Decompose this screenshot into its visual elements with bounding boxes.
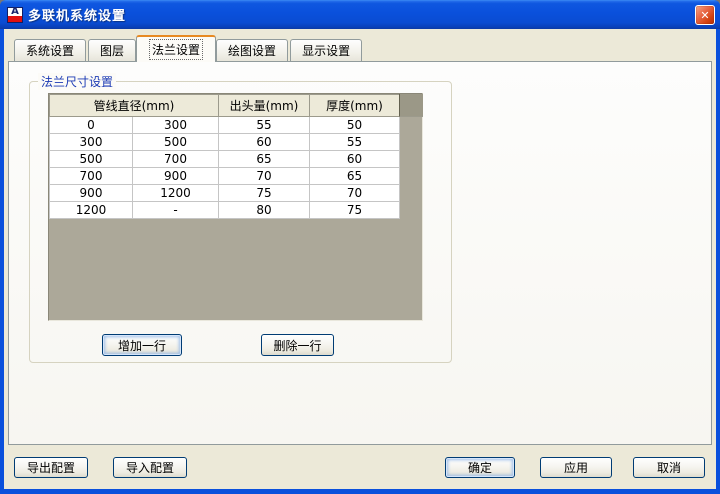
tab-display-settings[interactable]: 显示设置 xyxy=(290,39,362,61)
export-config-button[interactable]: 导出配置 xyxy=(14,457,88,478)
table-cell[interactable]: 60 xyxy=(219,134,310,151)
table-cell[interactable]: 300 xyxy=(50,134,133,151)
close-button[interactable]: ✕ xyxy=(695,5,715,25)
table-row: 0 300 55 50 xyxy=(50,117,400,134)
table-cell[interactable]: 70 xyxy=(219,168,310,185)
table-cell[interactable]: 75 xyxy=(219,185,310,202)
close-icon: ✕ xyxy=(700,9,709,22)
table-cell[interactable]: 500 xyxy=(133,134,219,151)
table-row: 900 1200 75 70 xyxy=(50,185,400,202)
table-cell[interactable]: 900 xyxy=(50,185,133,202)
dialog-body: 系统设置 图层 法兰设置 绘图设置 显示设置 法兰尺寸设置 xyxy=(4,29,716,489)
col-header-pipe-diameter: 管线直径(mm) xyxy=(50,95,219,117)
delete-row-button[interactable]: 删除一行 xyxy=(261,334,334,356)
table-cell[interactable]: 70 xyxy=(310,185,400,202)
table-cell[interactable]: 50 xyxy=(310,117,400,134)
table-corner-cell xyxy=(399,94,423,117)
flange-table-widget: 管线直径(mm) 出头量(mm) 厚度(mm) 0 300 55 50 xyxy=(48,93,423,321)
tab-drawing-settings[interactable]: 绘图设置 xyxy=(216,39,288,61)
ok-button[interactable]: 确定 xyxy=(445,457,515,478)
table-cell[interactable]: 0 xyxy=(50,117,133,134)
table-cell[interactable]: - xyxy=(133,202,219,219)
table-cell[interactable]: 55 xyxy=(219,117,310,134)
title-bar[interactable]: A 多联机系统设置 ✕ xyxy=(0,0,720,29)
cancel-button[interactable]: 取消 xyxy=(633,457,705,478)
table-cell[interactable]: 65 xyxy=(219,151,310,168)
tab-flange-settings[interactable]: 法兰设置 xyxy=(136,35,216,62)
table-header-row: 管线直径(mm) 出头量(mm) 厚度(mm) xyxy=(50,95,400,117)
table-row: 500 700 65 60 xyxy=(50,151,400,168)
table-cell[interactable]: 60 xyxy=(310,151,400,168)
table-cell[interactable]: 700 xyxy=(133,151,219,168)
table-cell[interactable]: 65 xyxy=(310,168,400,185)
table-row: 700 900 70 65 xyxy=(50,168,400,185)
settings-dialog: A 多联机系统设置 ✕ 系统设置 图层 法兰设置 绘图设置 显示设置 xyxy=(0,0,720,494)
table-cell[interactable]: 80 xyxy=(219,202,310,219)
window-title: 多联机系统设置 xyxy=(28,5,126,24)
app-icon: A xyxy=(7,7,23,23)
flange-size-groupbox: 法兰尺寸设置 管线直径(mm) 出头量(mm) 厚度(mm) xyxy=(29,81,452,363)
table-cell[interactable]: 900 xyxy=(133,168,219,185)
table-cell[interactable]: 700 xyxy=(50,168,133,185)
col-header-thickness: 厚度(mm) xyxy=(310,95,400,117)
tab-layers[interactable]: 图层 xyxy=(88,39,136,61)
table-cell[interactable]: 500 xyxy=(50,151,133,168)
tab-system-settings[interactable]: 系统设置 xyxy=(14,39,86,61)
apply-button[interactable]: 应用 xyxy=(540,457,612,478)
flange-table: 管线直径(mm) 出头量(mm) 厚度(mm) 0 300 55 50 xyxy=(49,94,400,219)
import-config-button[interactable]: 导入配置 xyxy=(113,457,187,478)
table-cell[interactable]: 1200 xyxy=(50,202,133,219)
add-row-button[interactable]: 增加一行 xyxy=(102,334,182,356)
table-cell[interactable]: 300 xyxy=(133,117,219,134)
table-cell[interactable]: 75 xyxy=(310,202,400,219)
col-header-protrusion: 出头量(mm) xyxy=(219,95,310,117)
groupbox-title: 法兰尺寸设置 xyxy=(38,73,116,90)
tab-panel-flange: 法兰尺寸设置 管线直径(mm) 出头量(mm) 厚度(mm) xyxy=(8,61,712,445)
table-cell[interactable]: 55 xyxy=(310,134,400,151)
table-row: 1200 - 80 75 xyxy=(50,202,400,219)
table-row: 300 500 60 55 xyxy=(50,134,400,151)
tab-bar: 系统设置 图层 法兰设置 绘图设置 显示设置 xyxy=(14,33,362,61)
table-cell[interactable]: 1200 xyxy=(133,185,219,202)
